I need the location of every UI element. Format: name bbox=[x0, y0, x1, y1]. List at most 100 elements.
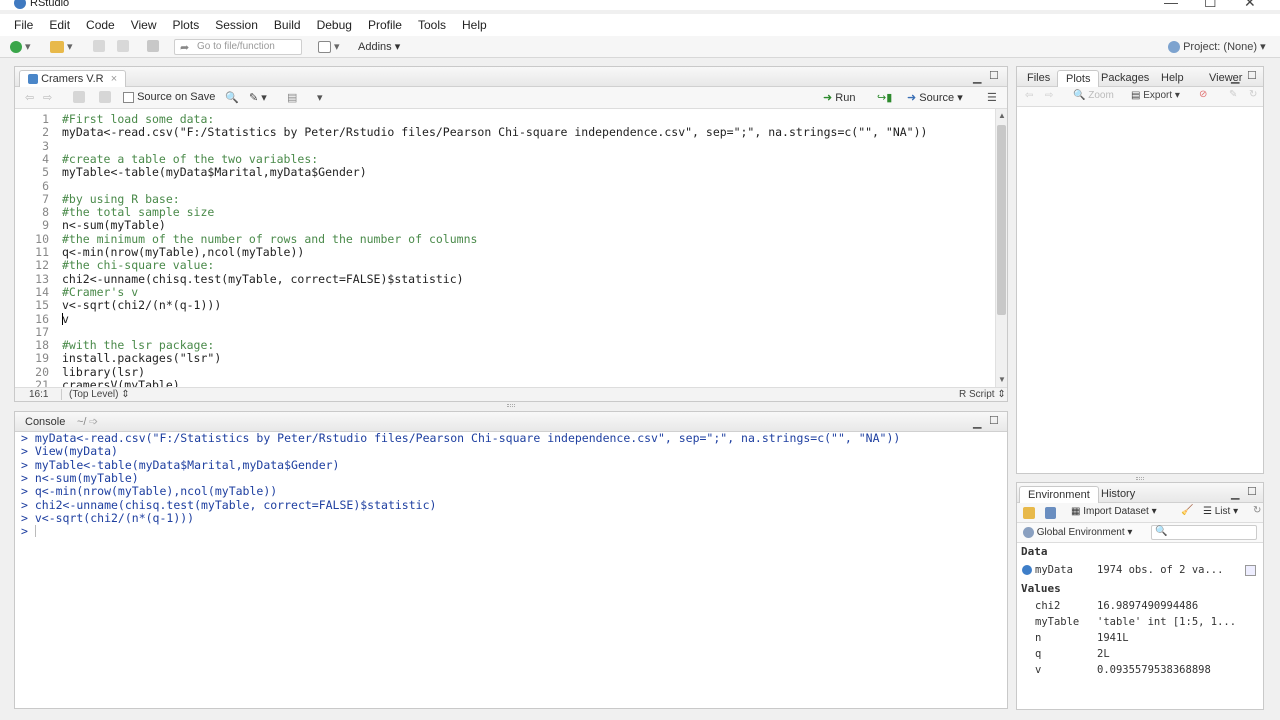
tab-history[interactable]: History bbox=[1093, 486, 1143, 502]
back-icon[interactable]: ⇦ bbox=[25, 91, 34, 105]
next-plot-icon[interactable]: ⇨ bbox=[1045, 90, 1053, 101]
show-in-window-icon[interactable] bbox=[73, 91, 85, 105]
options-dropdown-icon[interactable]: ▾ bbox=[317, 91, 323, 105]
forward-icon[interactable]: ⇨ bbox=[43, 91, 52, 105]
scroll-down-icon[interactable]: ▼ bbox=[998, 375, 1006, 384]
save-icon[interactable] bbox=[93, 40, 105, 54]
env-row-mydata[interactable]: myData 1974 obs. of 2 va... bbox=[1017, 563, 1263, 579]
menu-profile[interactable]: Profile bbox=[360, 18, 410, 32]
new-file-icon[interactable]: ▾ bbox=[10, 40, 31, 54]
source-button[interactable]: ➜ Source ▾ bbox=[907, 91, 963, 105]
print-icon[interactable] bbox=[147, 40, 159, 54]
env-row-chi2[interactable]: chi2 16.9897490994486 bbox=[1017, 599, 1263, 615]
close-window-button[interactable]: ✕ bbox=[1244, 0, 1256, 11]
console-pane: Console ~/ ➩ ▁ ☐ > myData<-read.csv("F:/… bbox=[14, 411, 1008, 709]
menu-session[interactable]: Session bbox=[207, 18, 266, 32]
code-text: q<-min(nrow(myTable),ncol(myTable)) bbox=[62, 245, 305, 259]
maximize-pane-icon[interactable]: ☐ bbox=[989, 69, 999, 82]
console-output[interactable]: > myData<-read.csv("F:/Statistics by Pet… bbox=[15, 431, 1007, 708]
previous-plot-icon[interactable]: ⇦ bbox=[1025, 90, 1033, 101]
console-title[interactable]: Console bbox=[25, 416, 65, 428]
addins-menu[interactable]: Addins ▾ bbox=[358, 40, 400, 54]
source-on-save-checkbox[interactable]: Source on Save bbox=[123, 91, 215, 105]
console-line: > v<-sqrt(chi2/(n*(q-1))) bbox=[21, 510, 195, 525]
run-button[interactable]: ➜ Run bbox=[823, 91, 855, 105]
env-row-mytable[interactable]: myTable 'table' int [1:5, 1... bbox=[1017, 615, 1263, 631]
global-environment-dropdown[interactable]: Global Environment ▾ bbox=[1023, 527, 1132, 538]
menu-debug[interactable]: Debug bbox=[309, 18, 360, 32]
env-search-input[interactable]: 🔍 bbox=[1151, 525, 1257, 540]
menu-build[interactable]: Build bbox=[266, 18, 309, 32]
load-workspace-icon[interactable] bbox=[1023, 507, 1035, 519]
minimize-console-icon[interactable]: ▁ bbox=[973, 416, 981, 429]
compile-report-icon[interactable]: ▤ bbox=[287, 91, 297, 105]
maximize-button[interactable]: ☐ bbox=[1204, 0, 1217, 11]
go-to-directory-icon[interactable]: ➩ bbox=[89, 415, 98, 428]
save-file-icon[interactable] bbox=[99, 91, 111, 105]
clear-plots-icon[interactable]: ✎ bbox=[1229, 89, 1237, 100]
outline-icon[interactable]: ☰ bbox=[987, 91, 997, 105]
maximize-console-icon[interactable]: ☐ bbox=[989, 414, 999, 427]
menu-plots[interactable]: Plots bbox=[165, 18, 208, 32]
minimize-button[interactable]: — bbox=[1164, 0, 1178, 10]
tab-viewer[interactable]: Viewer bbox=[1201, 70, 1250, 86]
zoom-button[interactable]: 🔍 Zoom bbox=[1073, 90, 1114, 101]
menu-file[interactable]: File bbox=[6, 18, 41, 32]
line-number: 11 bbox=[35, 245, 49, 259]
maximize-env-icon[interactable]: ☐ bbox=[1247, 485, 1257, 498]
code-text: install.packages("lsr") bbox=[62, 351, 222, 366]
save-all-icon[interactable] bbox=[117, 40, 129, 54]
save-workspace-icon[interactable] bbox=[1045, 507, 1056, 519]
maximize-files-icon[interactable]: ☐ bbox=[1247, 69, 1257, 82]
tab-files[interactable]: Files bbox=[1019, 70, 1058, 86]
clear-workspace-icon[interactable]: 🧹 bbox=[1181, 505, 1193, 516]
tab-help[interactable]: Help bbox=[1153, 70, 1192, 86]
env-row-n[interactable]: n 1941L bbox=[1017, 631, 1263, 647]
tab-cramers-v[interactable]: Cramers V.R × bbox=[19, 70, 127, 87]
env-row-v[interactable]: v 0.0935579538368898 bbox=[1017, 663, 1263, 679]
expand-data-icon[interactable] bbox=[1022, 565, 1032, 575]
find-icon[interactable]: 🔍 bbox=[225, 91, 239, 105]
open-file-icon[interactable]: ▾ bbox=[50, 40, 73, 54]
refresh-icon[interactable]: ↻ bbox=[1249, 89, 1257, 100]
scroll-up-icon[interactable]: ▲ bbox=[998, 111, 1006, 120]
minimize-pane-icon[interactable]: ▁ bbox=[973, 71, 981, 84]
run-arrow-icon: ➜ bbox=[823, 92, 833, 104]
rerun-icon[interactable]: ↪▮ bbox=[877, 91, 892, 105]
line-number: 20 bbox=[35, 364, 49, 379]
tab-environment[interactable]: Environment bbox=[1019, 486, 1099, 503]
line-number: 14 bbox=[35, 284, 49, 299]
menu-code[interactable]: Code bbox=[78, 18, 123, 32]
menu-view[interactable]: View bbox=[123, 18, 165, 32]
code-text: #with the lsr package: bbox=[62, 338, 215, 353]
code-editor[interactable]: 1 #First load some data: 2 myData<-read.csv… bbox=[15, 109, 995, 387]
goto-file-input[interactable]: Go to file/function bbox=[174, 39, 302, 55]
menu-tools[interactable]: Tools bbox=[410, 18, 454, 32]
minimize-files-icon[interactable]: ▁ bbox=[1231, 71, 1239, 84]
refresh-env-icon[interactable]: ↻ bbox=[1253, 505, 1261, 516]
line-number: 9 bbox=[42, 218, 49, 233]
horizontal-splitter[interactable] bbox=[507, 404, 515, 407]
list-view-toggle[interactable]: ☰ List ▾ bbox=[1203, 506, 1238, 517]
minimize-env-icon[interactable]: ▁ bbox=[1231, 487, 1239, 500]
workspace-panes-icon[interactable]: ▾ bbox=[318, 40, 340, 54]
menu-edit[interactable]: Edit bbox=[41, 18, 78, 32]
file-type-selector[interactable]: R Script ⇕ bbox=[959, 389, 1006, 400]
export-button[interactable]: ▤ Export ▾ bbox=[1131, 90, 1180, 101]
import-dataset-button[interactable]: ▦ Import Dataset ▾ bbox=[1071, 506, 1157, 517]
view-data-grid-icon[interactable] bbox=[1245, 565, 1256, 576]
env-row-q[interactable]: q 2L bbox=[1017, 647, 1263, 663]
plots-toolbar: ⇦ ⇨ 🔍 Zoom ▤ Export ▾ ⊘ ✎ ↻ bbox=[1017, 87, 1263, 107]
code-text: library(lsr) bbox=[62, 364, 146, 379]
remove-plot-icon[interactable]: ⊘ bbox=[1199, 89, 1207, 100]
close-tab-icon[interactable]: × bbox=[111, 73, 117, 85]
line-number: 21 bbox=[35, 378, 49, 387]
editor-scrollbar-thumb[interactable] bbox=[997, 125, 1006, 315]
menu-help[interactable]: Help bbox=[454, 18, 495, 32]
project-menu[interactable]: Project: (None) ▾ bbox=[1168, 40, 1266, 54]
source-editor-pane: Cramers V.R × ▁ ☐ ⇦ ⇨ Source on Save 🔍 ✎… bbox=[14, 66, 1008, 402]
code-tools-icon[interactable]: ✎ ▾ bbox=[249, 91, 267, 105]
right-splitter[interactable] bbox=[1136, 477, 1144, 480]
tab-packages[interactable]: Packages bbox=[1093, 70, 1157, 86]
scope-selector[interactable]: (Top Level) ⇕ bbox=[69, 389, 130, 400]
